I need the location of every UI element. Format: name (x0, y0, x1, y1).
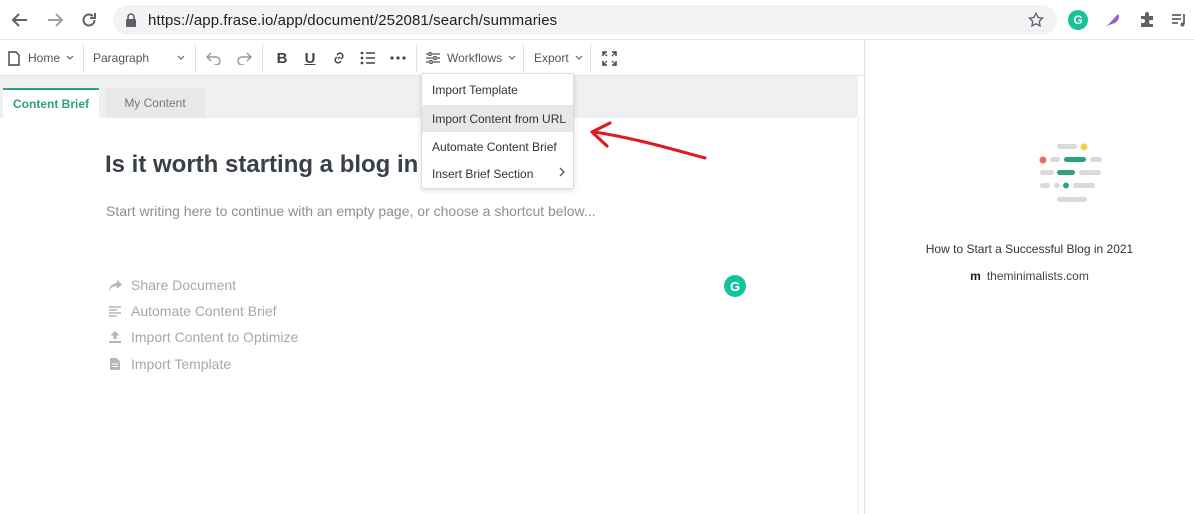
redo-icon[interactable] (234, 48, 254, 68)
home-label: Home (28, 51, 61, 65)
toolbar-divider (590, 44, 591, 72)
shortcut-automate-content-brief[interactable]: Automate Content Brief (107, 301, 277, 321)
more-options-icon[interactable] (388, 48, 408, 68)
bookmark-star-icon[interactable] (1027, 11, 1045, 34)
chevron-down-icon (508, 55, 516, 60)
chevron-down-icon (575, 55, 583, 60)
editor-toolbar: Home Paragraph B U Workflows Export (0, 40, 865, 76)
toolbar-divider (416, 44, 417, 72)
document-icon (8, 50, 20, 66)
editor-right-border (858, 118, 859, 514)
source-favicon-icon: m (970, 269, 981, 283)
paragraph-select[interactable]: Paragraph (93, 40, 187, 76)
url-text[interactable]: https://app.frase.io/app/document/252081… (148, 12, 557, 29)
lines-icon (107, 305, 123, 317)
paragraph-label: Paragraph (93, 51, 150, 65)
back-arrow-icon[interactable] (9, 9, 31, 31)
shortcut-import-template[interactable]: Import Template (107, 354, 231, 374)
menu-item-automate-content-brief[interactable]: Automate Content Brief (422, 133, 573, 160)
tab-my-content[interactable]: My Content (105, 88, 205, 118)
browser-toolbar: https://app.frase.io/app/document/252081… (0, 0, 1194, 40)
workflows-menu[interactable]: Workflows (426, 40, 516, 76)
menu-item-import-template[interactable]: Import Template (422, 76, 573, 103)
sliders-icon (426, 52, 440, 64)
lock-icon (125, 13, 137, 32)
result-source[interactable]: m theminimalists.com (865, 269, 1194, 283)
shortcut-label: Share Document (131, 277, 237, 293)
toolbar-divider (262, 44, 263, 72)
menu-item-label: Insert Brief Section (432, 166, 534, 181)
chevron-down-icon (66, 55, 74, 60)
editor-area: Home Paragraph B U Workflows Export Cont… (0, 40, 865, 514)
link-icon[interactable] (329, 48, 349, 68)
toolbar-divider (83, 44, 84, 72)
right-panel: How to Start a Successful Blog in 2021 m… (865, 40, 1194, 514)
bold-icon[interactable]: B (272, 48, 292, 68)
export-label: Export (534, 51, 569, 65)
home-menu[interactable]: Home (8, 40, 74, 76)
chevron-right-icon (559, 167, 565, 177)
grammarly-inline-button[interactable]: G (724, 275, 746, 297)
tab-content-brief[interactable]: Content Brief (3, 88, 99, 118)
extensions-puzzle-icon[interactable] (1136, 9, 1158, 31)
chevron-down-icon (177, 55, 185, 60)
menu-item-import-content-from-url[interactable]: Import Content from URL (422, 105, 573, 132)
shortcut-label: Import Template (131, 356, 232, 372)
fullscreen-icon[interactable] (599, 48, 619, 68)
address-bar[interactable]: https://app.frase.io/app/document/252081… (113, 5, 1057, 35)
export-menu[interactable]: Export (534, 40, 583, 76)
grammarly-extension-icon[interactable]: G (1067, 9, 1089, 31)
underline-icon[interactable]: U (300, 48, 320, 68)
result-title[interactable]: How to Start a Successful Blog in 2021 (865, 242, 1194, 256)
menu-item-insert-brief-section[interactable]: Insert Brief Section (422, 160, 573, 187)
upload-icon (107, 331, 123, 343)
undo-icon[interactable] (204, 48, 224, 68)
file-icon (107, 358, 123, 370)
media-queue-icon[interactable] (1168, 9, 1190, 31)
toolbar-divider (195, 44, 196, 72)
annotation-arrow (590, 121, 707, 160)
document-title[interactable]: Is it worth starting a blog in (105, 151, 418, 179)
reload-icon[interactable] (78, 9, 100, 31)
share-icon (107, 279, 123, 291)
document-placeholder[interactable]: Start writing here to continue with an e… (106, 203, 596, 219)
feather-extension-icon[interactable] (1102, 9, 1124, 31)
workflows-label: Workflows (447, 51, 503, 65)
workflows-dropdown: Import Template Import Content from URL … (421, 73, 574, 189)
shortcut-share-document[interactable]: Share Document (107, 275, 236, 295)
forward-arrow-icon[interactable] (44, 9, 66, 31)
source-domain: theminimalists.com (986, 269, 1089, 283)
shortcut-label: Import Content to Optimize (131, 329, 299, 345)
bullet-list-icon[interactable] (358, 48, 378, 68)
toolbar-divider (523, 44, 524, 72)
shortcut-label: Automate Content Brief (131, 303, 277, 319)
shortcut-import-content-to-optimize[interactable]: Import Content to Optimize (107, 327, 298, 347)
frase-loading-illustration-icon (1039, 143, 1102, 202)
